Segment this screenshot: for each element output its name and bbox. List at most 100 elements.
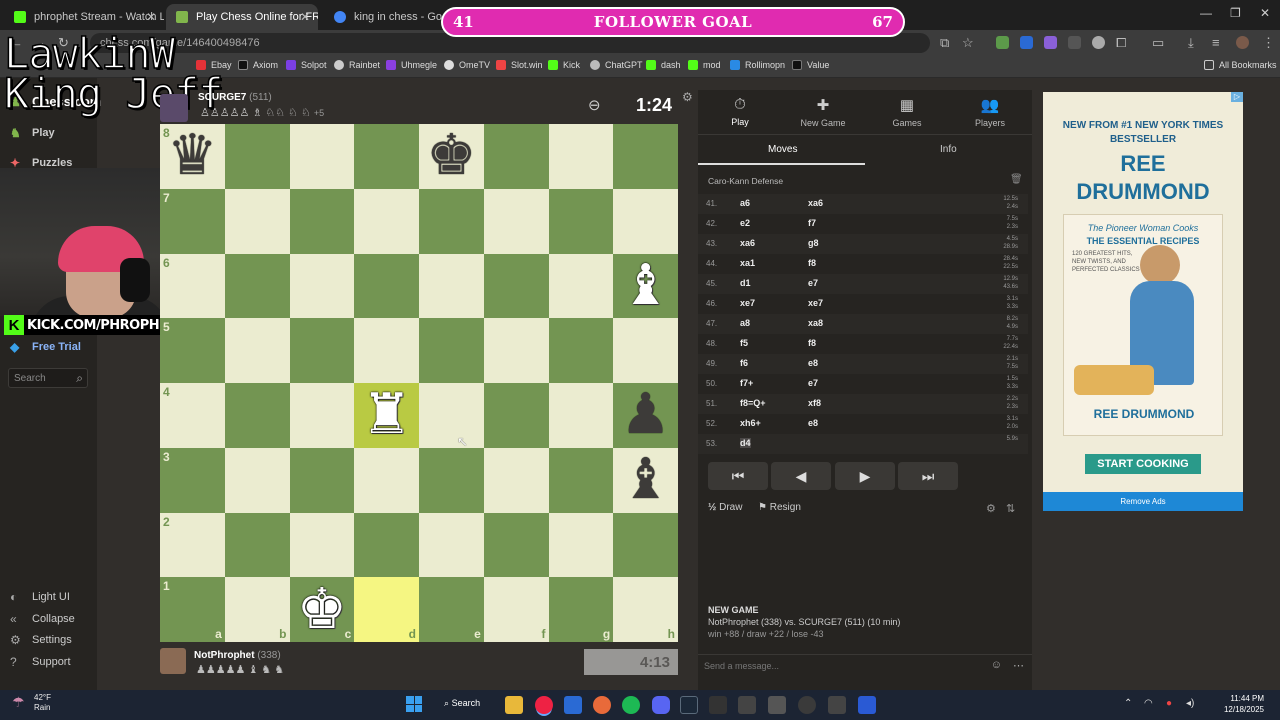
resign-button[interactable]: ⚑ Resign (758, 502, 801, 513)
square-h5[interactable] (613, 318, 678, 383)
ad-cta-button[interactable]: START COOKING (1085, 454, 1201, 474)
square-h8[interactable] (613, 124, 678, 189)
draw-button[interactable]: ½ Draw (708, 502, 742, 513)
bookmark-ometv[interactable]: OmeTV (444, 60, 490, 70)
advertisement[interactable]: NEW FROM #1 NEW YORK TIMES BESTSELLER RE… (1043, 92, 1243, 492)
square-a3[interactable]: 3 (160, 447, 225, 513)
black-move[interactable]: e7 (808, 378, 818, 388)
piece-e8[interactable]: ♚ (426, 128, 476, 184)
square-e6[interactable] (419, 253, 484, 319)
bookmark-dash[interactable]: dash (646, 60, 681, 70)
analysis-icon[interactable]: ⚙ (986, 502, 996, 515)
square-c6[interactable] (289, 253, 355, 319)
square-f5[interactable] (483, 318, 549, 383)
bookmark-star-icon[interactable]: ☆ (962, 35, 974, 51)
white-move[interactable]: e2 (740, 218, 750, 228)
volume-icon[interactable]: ◂) (1186, 698, 1194, 709)
square-g6[interactable] (548, 253, 614, 319)
square-d2[interactable] (354, 512, 419, 578)
black-move[interactable]: xf8 (808, 398, 821, 408)
square-d4[interactable]: ♜ (354, 383, 419, 448)
bookmark-value[interactable]: Value (792, 60, 829, 70)
bookmark-rollimopn[interactable]: Rollimopn (730, 60, 785, 70)
sidebar-search-input[interactable]: Search ⌕ (8, 368, 88, 388)
sidebar-item-support[interactable]: ? Support (10, 655, 71, 669)
reading-list-icon[interactable]: ≡ (1212, 35, 1220, 50)
extension-icon[interactable] (1020, 36, 1033, 49)
white-move[interactable]: xa6 (740, 238, 755, 248)
square-c1[interactable]: c ♚ (289, 577, 355, 642)
remove-ads-button[interactable]: Remove Ads (1043, 492, 1243, 511)
square-e4[interactable] (419, 383, 484, 448)
weather-widget[interactable]: 42°F Rain (34, 693, 51, 713)
square-b4[interactable] (224, 383, 290, 448)
piece-h3[interactable]: ♝ (621, 452, 671, 508)
close-tab-icon[interactable]: ✕ (146, 10, 156, 24)
app-icon[interactable] (858, 696, 876, 714)
white-move[interactable]: f8=Q+ (740, 398, 766, 408)
app-icon[interactable] (798, 696, 816, 714)
sidebar-item-play[interactable]: ♞ Play (10, 126, 55, 140)
spotify-icon[interactable] (622, 696, 640, 714)
square-g1[interactable]: g (548, 577, 614, 642)
sidebar-item-light-ui[interactable]: ◐ Light UI (10, 590, 70, 604)
square-f3[interactable] (483, 447, 549, 513)
black-move[interactable]: g8 (808, 238, 819, 248)
square-h1[interactable]: h (613, 577, 678, 642)
extension-icon[interactable] (1092, 36, 1105, 49)
more-icon[interactable]: ⋯ (1013, 659, 1024, 672)
square-e3[interactable] (419, 447, 484, 513)
free-trial-link[interactable]: ◆ Free Trial (10, 340, 81, 354)
bookmark-uhmegle[interactable]: Uhmegle (386, 60, 437, 70)
chrome-icon[interactable] (535, 696, 553, 714)
player-avatar[interactable] (160, 648, 186, 674)
square-e7[interactable] (419, 188, 484, 254)
white-move[interactable]: xh6+ (740, 418, 761, 428)
white-move[interactable]: xa1 (740, 258, 755, 268)
bookmark-mod[interactable]: mod (688, 60, 721, 70)
black-move[interactable]: e8 (808, 358, 818, 368)
square-f1[interactable]: f (483, 577, 549, 642)
square-f6[interactable] (483, 253, 549, 319)
bookmark-rainbet[interactable]: Rainbet (334, 60, 380, 70)
white-move[interactable]: d4 (740, 438, 751, 448)
square-f8[interactable] (483, 124, 549, 189)
prev-move-button[interactable]: ◀ (771, 462, 831, 490)
square-g8[interactable] (548, 124, 614, 189)
last-move-button[interactable]: ⏭ (898, 462, 958, 490)
menu-kebab-icon[interactable]: ⋮ (1262, 35, 1275, 51)
app-icon[interactable] (768, 696, 786, 714)
white-move[interactable]: f7+ (740, 378, 753, 388)
ad-choices-icon[interactable]: ▷ (1231, 92, 1243, 102)
square-c8[interactable] (289, 124, 355, 189)
square-f7[interactable] (483, 188, 549, 254)
square-c4[interactable] (289, 383, 355, 448)
opponent-name[interactable]: SCURGE7 (511) (198, 92, 272, 103)
steam-icon[interactable] (680, 696, 698, 714)
black-move[interactable]: e8 (808, 418, 818, 428)
app-icon[interactable] (738, 696, 756, 714)
square-d6[interactable] (354, 253, 419, 319)
white-move[interactable]: f5 (740, 338, 748, 348)
extension-icon[interactable] (996, 36, 1009, 49)
subtab-moves[interactable]: Moves (768, 144, 797, 155)
tray-chevron-icon[interactable]: ⌃ (1124, 698, 1132, 709)
taskbar-clock[interactable]: 11:44 PM 12/18/2025 (1206, 693, 1264, 715)
square-e1[interactable]: e (419, 577, 484, 642)
app-icon[interactable] (593, 696, 611, 714)
piece-h4[interactable]: ♟ (621, 387, 671, 443)
square-c3[interactable] (289, 447, 355, 513)
close-window-icon[interactable]: ✕ (1260, 6, 1270, 20)
square-b2[interactable] (224, 512, 290, 578)
square-h2[interactable] (613, 512, 678, 578)
subtab-info[interactable]: Info (940, 144, 957, 155)
tab-players[interactable]: 👥 Players (955, 96, 1025, 128)
extension-icon[interactable] (1044, 36, 1057, 49)
square-d3[interactable] (354, 447, 419, 513)
extensions-puzzle-icon[interactable]: ⧠ (1116, 35, 1126, 51)
square-e2[interactable] (419, 512, 484, 578)
white-move[interactable]: f6 (740, 358, 748, 368)
player-name[interactable]: NotPhrophet (338) (194, 650, 281, 661)
emoji-icon[interactable]: ☺ (991, 659, 1002, 671)
minimize-icon[interactable]: — (1200, 6, 1212, 20)
